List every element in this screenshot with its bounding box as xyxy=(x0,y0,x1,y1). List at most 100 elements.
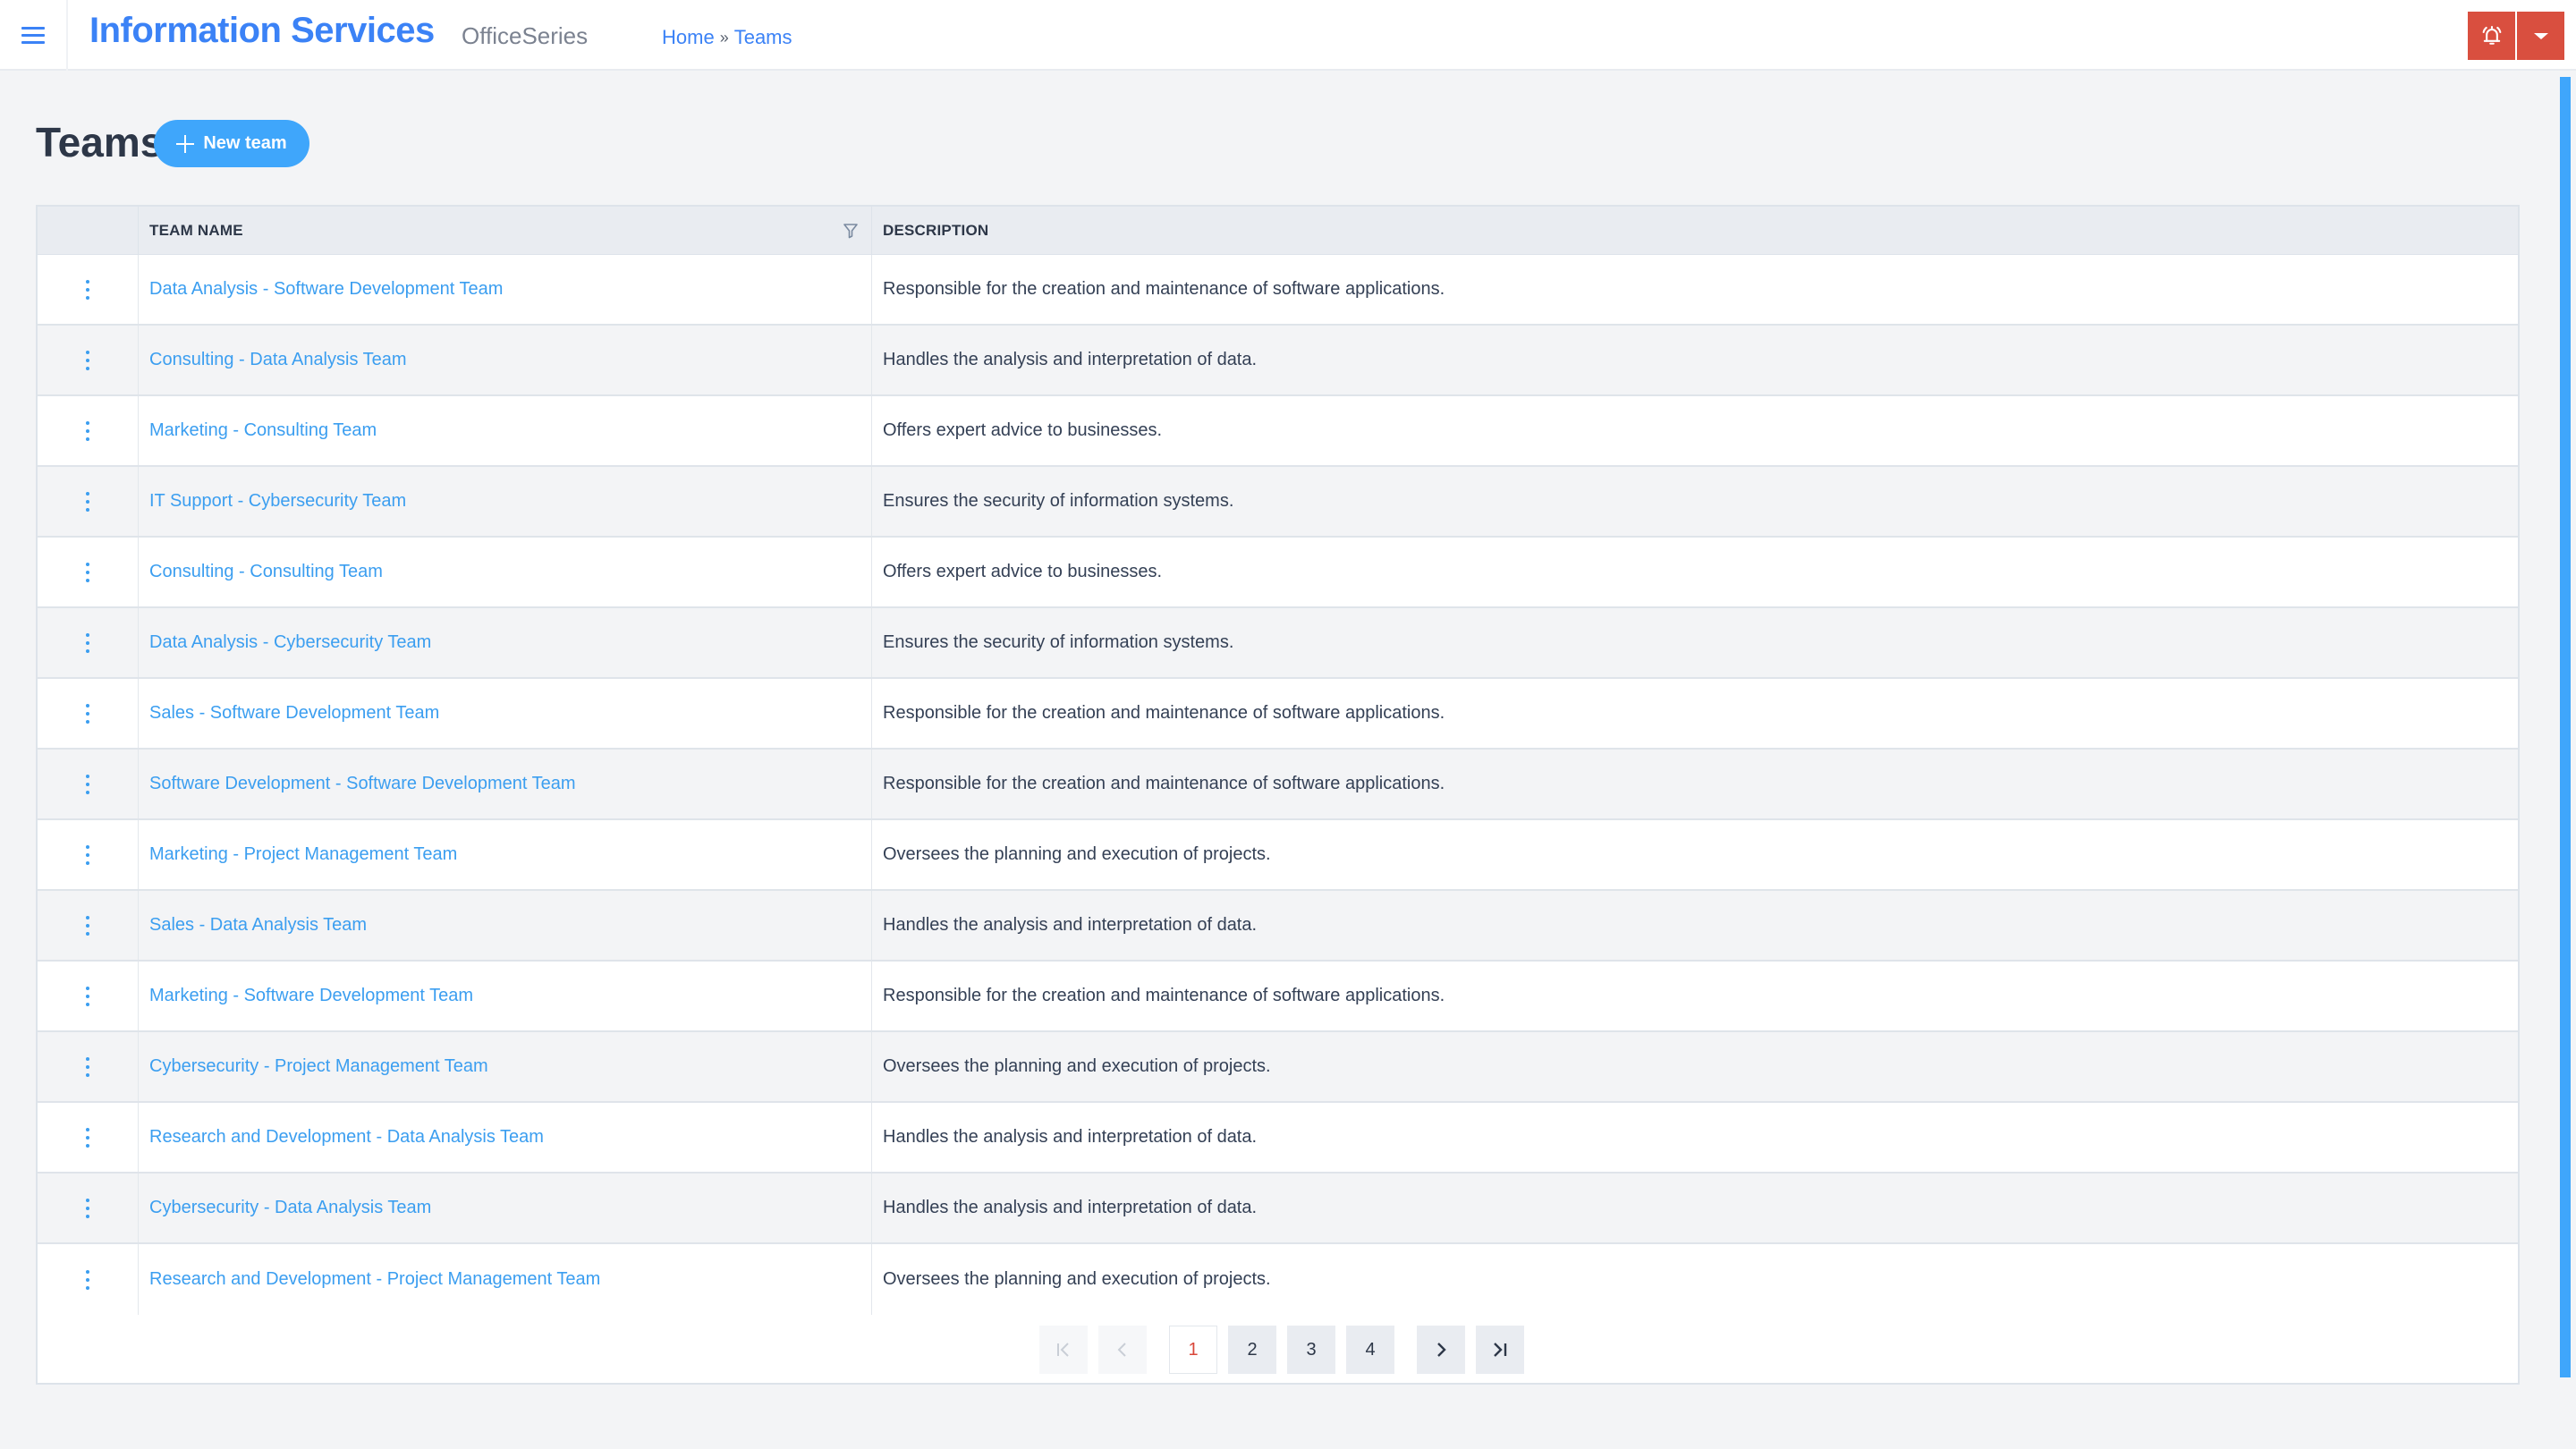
team-name-cell: Sales - Software Development Team xyxy=(139,679,872,748)
vertical-dots-icon[interactable] xyxy=(79,1124,97,1151)
row-actions-cell xyxy=(38,608,139,677)
column-header-team-name[interactable]: Team Name xyxy=(139,207,872,255)
previous-page-button[interactable] xyxy=(1098,1326,1147,1374)
page-title: Teams xyxy=(36,119,164,165)
page-button-2[interactable]: 2 xyxy=(1228,1326,1276,1374)
team-name-link[interactable]: Sales - Software Development Team xyxy=(149,703,439,724)
chevron-right-icon xyxy=(1437,1343,1446,1357)
pagination: 1 2 3 4 xyxy=(38,1326,2518,1374)
column-header-team-name-label: Team Name xyxy=(149,222,243,239)
description-cell: Handles the analysis and interpretation … xyxy=(883,915,1258,935)
vertical-dots-icon[interactable] xyxy=(79,912,97,939)
vertical-dots-icon[interactable] xyxy=(79,559,97,586)
row-actions-cell xyxy=(38,820,139,889)
table-row: Sales - Data Analysis Team Handles the an… xyxy=(38,891,2518,962)
description-cell: Oversees the planning and execution of p… xyxy=(883,1269,1271,1289)
vertical-dots-icon[interactable] xyxy=(79,1054,97,1080)
team-name-link[interactable]: Marketing - Software Development Team xyxy=(149,986,473,1006)
app-subtitle: OfficeSeries xyxy=(462,22,589,49)
team-name-link[interactable]: Research and Development - Data Analysis… xyxy=(149,1127,544,1148)
team-name-cell: Data Analysis - Software Development Tea… xyxy=(139,255,872,324)
description-cell: Handles the analysis and interpretation … xyxy=(883,1198,1258,1217)
team-name-link[interactable]: Cybersecurity - Data Analysis Team xyxy=(149,1198,431,1218)
row-actions-cell xyxy=(38,467,139,536)
row-actions-cell xyxy=(38,326,139,394)
team-name-link[interactable]: Data Analysis - Cybersecurity Team xyxy=(149,632,431,653)
table-row: Data Analysis - Cybersecurity Team Ensure… xyxy=(38,608,2518,679)
column-header-actions xyxy=(38,207,139,255)
breadcrumb-teams[interactable]: Teams xyxy=(734,26,792,49)
hamburger-menu-icon[interactable] xyxy=(18,20,48,50)
column-header-description[interactable]: Description xyxy=(872,207,988,255)
team-name-cell: Marketing - Project Management Team xyxy=(139,820,872,889)
user-menu-dropdown-button[interactable] xyxy=(2517,12,2564,60)
notifications-button[interactable] xyxy=(2468,12,2515,60)
table-row: Marketing - Project Management Team Overs… xyxy=(38,820,2518,891)
description-cell: Oversees the planning and execution of p… xyxy=(883,1056,1271,1076)
table-row: Marketing - Consulting Team Offers expert… xyxy=(38,396,2518,467)
vertical-dots-icon[interactable] xyxy=(79,488,97,515)
header-divider xyxy=(66,0,68,71)
description-cell: Oversees the planning and execution of p… xyxy=(883,844,1271,864)
table-row: Software Development - Software Developm… xyxy=(38,750,2518,820)
page-button-4[interactable]: 4 xyxy=(1346,1326,1394,1374)
team-name-link[interactable]: Marketing - Project Management Team xyxy=(149,844,457,865)
description-cell: Responsible for the creation and mainten… xyxy=(883,279,1445,299)
breadcrumb-home[interactable]: Home xyxy=(662,26,715,49)
row-actions-cell xyxy=(38,891,139,960)
vertical-dots-icon[interactable] xyxy=(79,1267,97,1293)
team-name-link[interactable]: Data Analysis - Software Development Tea… xyxy=(149,279,503,300)
table-row: Data Analysis - Software Development Tea… xyxy=(38,255,2518,326)
row-actions-cell xyxy=(38,538,139,606)
new-team-button[interactable]: New team xyxy=(154,120,309,167)
row-actions-cell xyxy=(38,962,139,1030)
team-name-link[interactable]: Consulting - Data Analysis Team xyxy=(149,350,407,370)
team-name-link[interactable]: Cybersecurity - Project Management Team xyxy=(149,1056,488,1077)
vertical-dots-icon[interactable] xyxy=(79,842,97,869)
bell-ringing-icon xyxy=(2482,26,2501,45)
team-name-link[interactable]: Research and Development - Project Manag… xyxy=(149,1269,600,1290)
vertical-dots-icon[interactable] xyxy=(79,347,97,374)
vertical-dots-icon[interactable] xyxy=(79,771,97,798)
team-name-cell: Cybersecurity - Data Analysis Team xyxy=(139,1174,872,1242)
description-cell: Responsible for the creation and mainten… xyxy=(883,774,1445,793)
team-name-link[interactable]: Software Development - Software Developm… xyxy=(149,774,576,794)
teams-table: Team Name Description Data Analysis - So… xyxy=(36,205,2520,1385)
last-page-icon xyxy=(1494,1343,1507,1357)
table-body: Data Analysis - Software Development Tea… xyxy=(38,255,2518,1315)
vertical-dots-icon[interactable] xyxy=(79,276,97,303)
vertical-dots-icon[interactable] xyxy=(79,1195,97,1222)
description-cell: Responsible for the creation and mainten… xyxy=(883,986,1445,1005)
vertical-dots-icon[interactable] xyxy=(79,418,97,445)
chevron-left-icon xyxy=(1117,1343,1126,1357)
row-actions-cell xyxy=(38,1174,139,1242)
team-name-link[interactable]: IT Support - Cybersecurity Team xyxy=(149,491,406,512)
plus-icon xyxy=(176,134,195,153)
vertical-dots-icon[interactable] xyxy=(79,630,97,657)
table-row: Research and Development - Project Manag… xyxy=(38,1244,2518,1315)
row-actions-cell xyxy=(38,1032,139,1101)
page-button-1[interactable]: 1 xyxy=(1169,1326,1217,1374)
description-cell: Offers expert advice to businesses. xyxy=(883,562,1163,581)
team-name-cell: Consulting - Consulting Team xyxy=(139,538,872,606)
first-page-button[interactable] xyxy=(1039,1326,1088,1374)
team-name-link[interactable]: Sales - Data Analysis Team xyxy=(149,915,367,936)
team-name-cell: Research and Development - Project Manag… xyxy=(139,1244,872,1315)
table-header: Team Name Description xyxy=(38,207,2518,255)
next-page-button[interactable] xyxy=(1417,1326,1465,1374)
page-button-3[interactable]: 3 xyxy=(1287,1326,1335,1374)
page-scrollbar[interactable] xyxy=(2560,77,2571,1377)
app-title[interactable]: Information Services xyxy=(89,11,435,51)
vertical-dots-icon[interactable] xyxy=(79,983,97,1010)
table-row: Cybersecurity - Data Analysis Team Handle… xyxy=(38,1174,2518,1244)
row-actions-cell xyxy=(38,679,139,748)
row-actions-cell xyxy=(38,1103,139,1172)
table-row: Research and Development - Data Analysis… xyxy=(38,1103,2518,1174)
vertical-dots-icon[interactable] xyxy=(79,700,97,727)
team-name-cell: Sales - Data Analysis Team xyxy=(139,891,872,960)
filter-icon[interactable] xyxy=(843,223,859,239)
team-name-link[interactable]: Marketing - Consulting Team xyxy=(149,420,377,441)
last-page-button[interactable] xyxy=(1476,1326,1524,1374)
team-name-link[interactable]: Consulting - Consulting Team xyxy=(149,562,383,582)
row-actions-cell xyxy=(38,396,139,465)
